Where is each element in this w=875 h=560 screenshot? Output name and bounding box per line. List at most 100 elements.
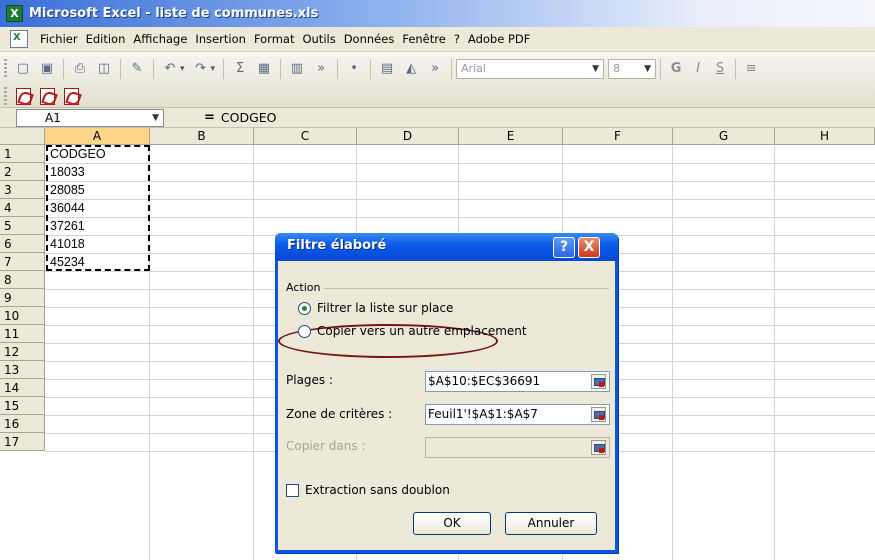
copier-dans-input[interactable] <box>425 437 610 458</box>
row-header[interactable]: 14 <box>0 379 45 397</box>
research-icon[interactable]: ▤ <box>376 58 398 80</box>
collapse-dialog-icon[interactable] <box>591 407 606 422</box>
name-box[interactable]: A1 ▼ <box>16 108 164 127</box>
row-header[interactable]: 2 <box>0 163 45 181</box>
menu-fichier[interactable]: Fichier <box>36 29 82 49</box>
chevron-down-icon[interactable]: ▼ <box>592 64 599 74</box>
row-header[interactable]: 13 <box>0 361 45 379</box>
menu-format[interactable]: Format <box>250 29 299 49</box>
column-header-h[interactable]: H <box>775 128 875 145</box>
formula-equals[interactable]: = <box>204 110 215 125</box>
print-preview-icon[interactable]: ◫ <box>93 58 115 80</box>
menu-adobe-pdf[interactable]: Adobe PDF <box>464 29 534 49</box>
toolbar-grip[interactable] <box>4 86 7 107</box>
row-header[interactable]: 8 <box>0 271 45 289</box>
chevron-down-icon[interactable]: ▼ <box>644 64 651 74</box>
row-header[interactable]: 16 <box>0 415 45 433</box>
toolbar-grip[interactable] <box>4 58 7 79</box>
menu-outils[interactable]: Outils <box>298 29 339 49</box>
autosum-icon[interactable]: Σ <box>229 58 251 80</box>
toolbar-separator <box>660 58 662 79</box>
radio-filter-in-place[interactable]: Filtrer la liste sur place <box>278 301 498 358</box>
row-header[interactable]: 12 <box>0 343 45 361</box>
column-header-e[interactable]: E <box>459 128 563 145</box>
row-header[interactable]: 5 <box>0 217 45 235</box>
italic-button[interactable]: I <box>687 58 709 80</box>
row-header[interactable]: 3 <box>0 181 45 199</box>
select-all-corner[interactable] <box>0 128 45 145</box>
column-header-g[interactable]: G <box>673 128 775 145</box>
convert-to-pdf-icon[interactable] <box>12 86 34 108</box>
redo-icon[interactable]: ↷ <box>190 58 212 80</box>
convert-and-email-pdf-icon[interactable] <box>36 86 58 108</box>
save-icon[interactable]: ▣ <box>36 58 58 80</box>
row-header[interactable]: 10 <box>0 307 45 325</box>
undo-icon[interactable]: ↶ <box>159 58 181 80</box>
excel-app-icon[interactable]: X <box>6 5 23 22</box>
font-size-select[interactable]: 8 ▼ <box>608 58 657 79</box>
font-name-value: Arial <box>461 62 486 75</box>
criteria-range-marquee <box>46 145 150 271</box>
redo-dropdown-icon[interactable]: ▾ <box>211 64 216 74</box>
function-wizard-icon[interactable]: ▦ <box>253 58 275 80</box>
row-header[interactable]: 4 <box>0 199 45 217</box>
column-header-d[interactable]: D <box>357 128 459 145</box>
underline-button[interactable]: S <box>709 58 731 80</box>
more-buttons-icon[interactable]: » <box>310 58 332 80</box>
row-header[interactable]: 11 <box>0 325 45 343</box>
ok-button[interactable]: OK <box>413 512 491 535</box>
collapse-dialog-icon[interactable] <box>591 440 606 455</box>
cancel-button[interactable]: Annuler <box>505 512 597 535</box>
menu-help[interactable]: ? <box>450 29 464 49</box>
row-header[interactable]: 1 <box>0 145 45 163</box>
column-header-c[interactable]: C <box>254 128 357 145</box>
pdf-toolbar <box>0 83 83 110</box>
menu-fenetre[interactable]: Fenêtre <box>398 29 449 49</box>
row-header[interactable]: 15 <box>0 397 45 415</box>
column-header-f[interactable]: F <box>563 128 673 145</box>
menu-edition[interactable]: Edition <box>82 29 130 49</box>
bold-button[interactable]: G <box>665 58 687 80</box>
convert-and-review-pdf-icon[interactable] <box>60 86 82 108</box>
toolbar-separator <box>735 58 737 79</box>
menu-affichage[interactable]: Affichage <box>129 29 191 49</box>
chevron-down-icon[interactable]: ▼ <box>152 113 159 123</box>
radio-unselected-icon[interactable] <box>298 324 311 338</box>
new-icon[interactable]: ▢ <box>12 58 34 80</box>
toolbar-separator <box>223 58 225 79</box>
column-header-a[interactable]: A <box>45 128 150 145</box>
plages-value: $A$10:$EC$36691 <box>428 374 541 388</box>
row-header[interactable]: 17 <box>0 433 45 451</box>
plages-input[interactable]: $A$10:$EC$36691 <box>425 371 610 392</box>
drawing-icon[interactable]: ◭ <box>400 58 422 80</box>
extraction-sans-doublon-checkbox[interactable]: Extraction sans doublon <box>286 483 450 497</box>
name-box-value: A1 <box>45 110 61 125</box>
column-header-b[interactable]: B <box>150 128 254 145</box>
align-left-icon[interactable]: ≡ <box>740 58 762 80</box>
menu-donnees[interactable]: Données <box>340 29 399 49</box>
row-header[interactable]: 9 <box>0 289 45 307</box>
formula-input[interactable]: CODGEO <box>221 110 277 125</box>
help-button[interactable]: ? <box>553 237 575 258</box>
radio-copy-to-location[interactable]: Copier vers un autre emplacement <box>298 324 527 338</box>
format-painter-icon[interactable]: ✎ <box>126 58 148 80</box>
gridline <box>45 199 875 200</box>
menu-insertion[interactable]: Insertion <box>191 29 250 49</box>
workbook-icon[interactable] <box>10 30 28 48</box>
help-bullet-icon[interactable]: • <box>343 58 365 80</box>
dialog-title-bar[interactable]: Filtre élaboré ? X <box>275 233 618 261</box>
chart-wizard-icon[interactable]: ▥ <box>286 58 308 80</box>
more-buttons-icon-2[interactable]: » <box>424 58 446 80</box>
gridline <box>253 145 254 560</box>
close-button[interactable]: X <box>578 237 600 258</box>
row-header[interactable]: 6 <box>0 235 45 253</box>
checkbox-icon[interactable] <box>286 483 299 497</box>
print-icon[interactable]: ⎙ <box>69 58 91 80</box>
criteres-input[interactable]: Feuil1'!$A$1:$A$7 <box>425 404 610 425</box>
row-header[interactable]: 7 <box>0 253 45 271</box>
undo-dropdown-icon[interactable]: ▾ <box>180 64 185 74</box>
collapse-dialog-icon[interactable] <box>591 374 606 389</box>
advanced-filter-dialog: Filtre élaboré ? X Action Filtrer la lis… <box>275 233 618 553</box>
font-name-select[interactable]: Arial ▼ <box>456 58 605 79</box>
radio-selected-icon[interactable] <box>298 301 311 315</box>
